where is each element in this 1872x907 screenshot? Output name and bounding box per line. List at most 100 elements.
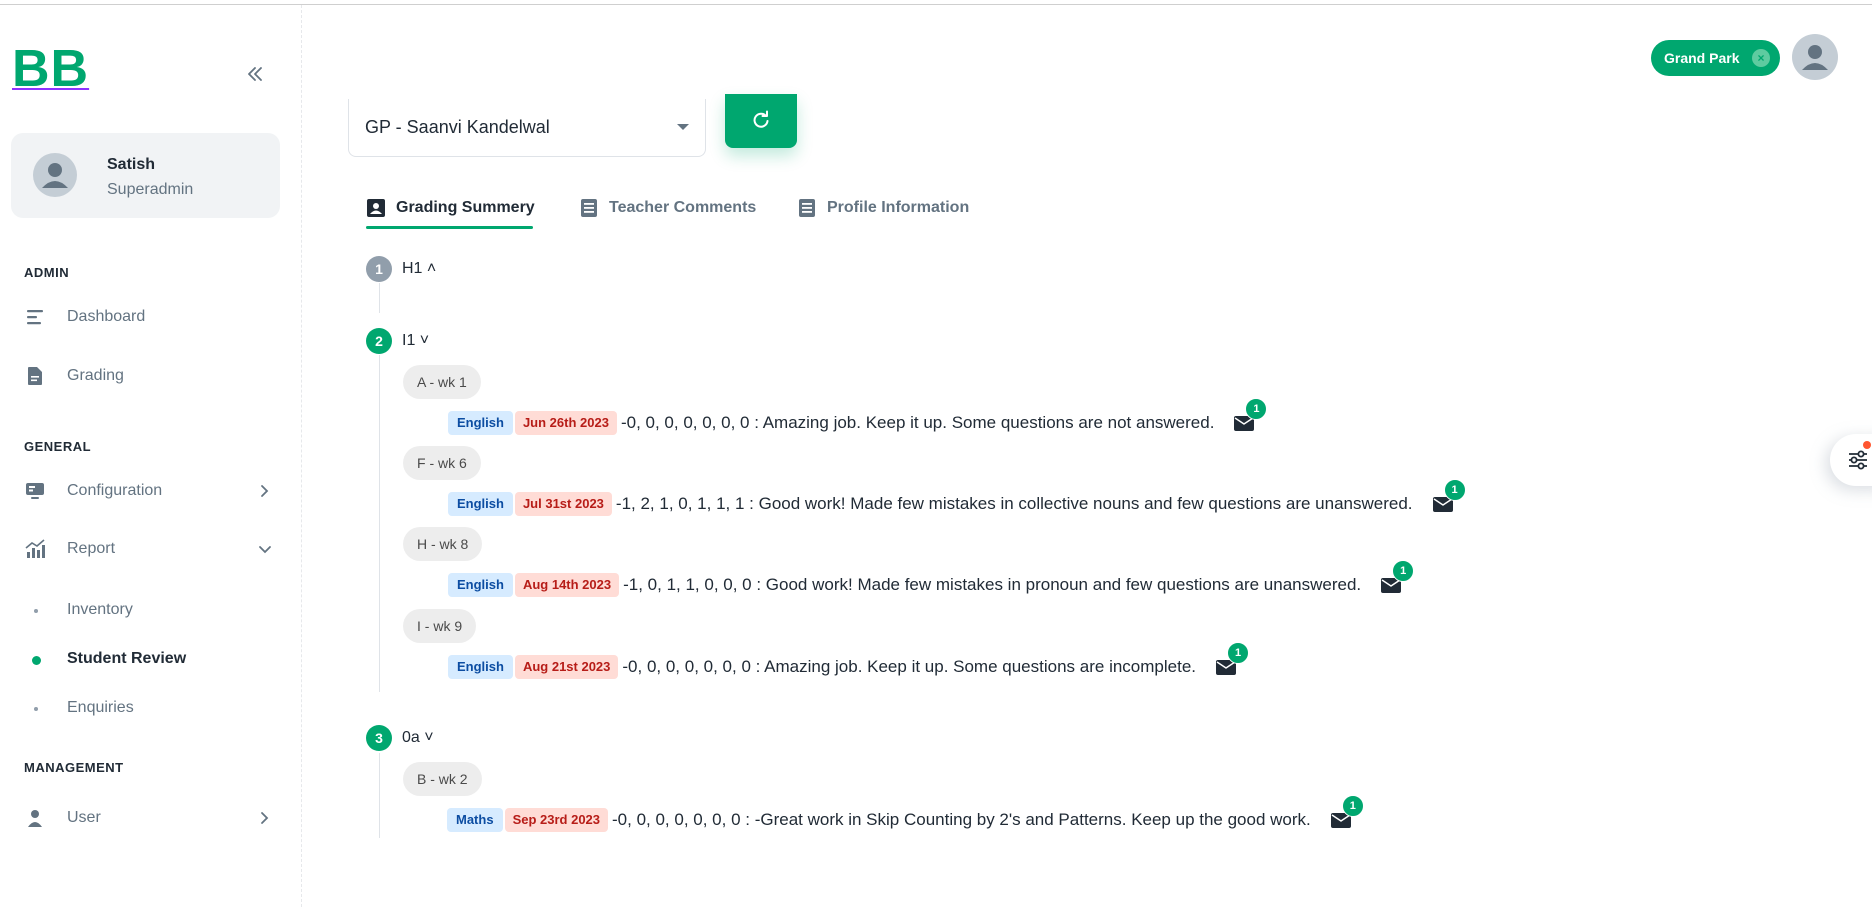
collapse-sidebar-button[interactable] [240, 59, 270, 89]
step-toggle-0a[interactable]: 0a ˅ [402, 729, 434, 747]
bullet-dot [34, 707, 38, 711]
subject-badge: English [448, 492, 513, 516]
double-chevron-left-icon [248, 67, 262, 81]
entry-text: -1, 2, 1, 0, 1, 1, 1 : Good work! Made f… [615, 494, 1413, 513]
date-badge: Jul 31st 2023 [514, 492, 612, 516]
comment-mail-button[interactable]: 1 [1432, 479, 1466, 512]
sidebar-subitem-enquiries[interactable]: Enquiries [12, 689, 282, 729]
notification-badge: 1 [1341, 795, 1364, 817]
timeline-connector [379, 355, 380, 692]
date-badge: Aug 21st 2023 [514, 655, 619, 679]
sidebar-item-dashboard[interactable]: Dashboard [12, 295, 282, 339]
notification-badge: 1 [1443, 479, 1466, 501]
subject-badge: Maths [447, 808, 503, 832]
grade-entry: English Jul 31st 2023 -1, 2, 1, 0, 1, 1,… [448, 479, 1466, 517]
bullet-dot [34, 609, 38, 613]
subject-badge: English [448, 573, 513, 597]
step-label: I1 [402, 332, 416, 349]
user-avatar-button[interactable] [1792, 34, 1838, 80]
chevron-right-icon [261, 485, 269, 497]
settings-button[interactable] [1830, 434, 1872, 486]
school-chip[interactable]: Grand Park × [1651, 40, 1780, 76]
sidebar-item-label: Configuration [67, 482, 163, 499]
sidebar-item-label: Dashboard [67, 308, 146, 325]
logo[interactable]: BB [12, 43, 89, 95]
sidebar-subitem-label: Enquiries [67, 699, 134, 716]
entry-text: -0, 0, 0, 0, 0, 0, 0 : Amazing job. Keep… [620, 413, 1215, 432]
sliders-icon [1849, 450, 1867, 470]
notification-badge: 1 [1227, 642, 1249, 664]
comment-mail-button[interactable]: 1 [1381, 560, 1415, 593]
chevron-down-icon: ˅ [419, 332, 430, 349]
tab-profile-information[interactable]: Profile Information [797, 188, 969, 228]
user-icon [28, 810, 42, 827]
week-chip[interactable]: H - wk 8 [403, 527, 483, 561]
date-badge: Aug 14th 2023 [514, 573, 620, 597]
person-icon [1802, 45, 1828, 70]
comment-mail-button[interactable]: 1 [1216, 642, 1249, 675]
document-icon [799, 199, 815, 217]
tab-grading-summery[interactable]: Grading Summery [366, 188, 535, 228]
document-icon [581, 199, 597, 217]
sidebar: BB Satish Superadmin ADMIN Dashboard Gra… [0, 5, 302, 907]
sidebar-item-label: User [67, 809, 101, 826]
subject-badge: English [448, 411, 513, 435]
notification-badge: 1 [1245, 398, 1268, 420]
student-select[interactable]: GP - Saanvi Kandelwal [348, 99, 706, 157]
sidebar-subitem-inventory[interactable]: Inventory [12, 591, 282, 631]
sidebar-item-user[interactable]: User [12, 796, 282, 840]
contact-card-icon [367, 199, 385, 217]
week-chip[interactable]: I - wk 9 [403, 609, 477, 643]
account-role: Superadmin [107, 181, 194, 198]
grade-entry: Maths Sep 23rd 2023 -0, 0, 0, 0, 0, 0, 0… [447, 795, 1364, 833]
chevron-up-icon: ˄ [426, 260, 437, 277]
notification-badge: 1 [1392, 560, 1415, 582]
active-dot [32, 656, 41, 665]
school-chip-label: Grand Park [1664, 50, 1740, 66]
account-name: Satish [107, 156, 156, 173]
file-icon [28, 367, 42, 385]
section-general: GENERAL [24, 439, 92, 454]
close-icon[interactable]: × [1752, 49, 1770, 67]
chevron-down-icon [259, 546, 271, 554]
dashboard-icon [27, 310, 43, 325]
notification-dot [1863, 441, 1871, 449]
sidebar-item-label: Grading [67, 367, 124, 384]
grade-entry: English Aug 14th 2023 -1, 0, 1, 1, 0, 0,… [448, 560, 1415, 598]
tab-label: Grading Summery [396, 199, 535, 216]
week-chip[interactable]: F - wk 6 [403, 446, 481, 480]
refresh-icon [753, 110, 769, 128]
account-card[interactable]: Satish Superadmin [11, 133, 280, 218]
chevron-right-icon [261, 812, 269, 824]
sidebar-subitem-label: Inventory [67, 601, 133, 618]
step-toggle-i1[interactable]: I1 ˅ [402, 332, 429, 350]
sidebar-item-grading[interactable]: Grading [12, 354, 282, 398]
sidebar-subitem-student-review[interactable]: Student Review [12, 640, 282, 680]
refresh-button[interactable] [725, 94, 797, 148]
active-tab-indicator [366, 226, 533, 229]
sidebar-item-report[interactable]: Report [12, 527, 282, 571]
timeline-connector [379, 283, 380, 313]
grade-entry: English Jun 26th 2023 -0, 0, 0, 0, 0, 0,… [448, 398, 1268, 436]
chevron-down-icon: ˅ [424, 729, 434, 746]
comment-mail-button[interactable]: 1 [1234, 398, 1268, 431]
grade-entry: English Aug 21st 2023 -0, 0, 0, 0, 0, 0,… [448, 642, 1249, 680]
entry-text: -1, 0, 1, 1, 0, 0, 0 : Good work! Made f… [623, 575, 1362, 594]
step-toggle-h1[interactable]: H1 ˄ [402, 260, 436, 278]
week-chip[interactable]: B - wk 2 [403, 762, 482, 796]
comment-mail-button[interactable]: 1 [1330, 795, 1364, 828]
chart-icon [25, 539, 45, 558]
section-admin: ADMIN [24, 265, 70, 280]
step-label: 0a [402, 729, 420, 746]
student-select-value: GP - Saanvi Kandelwal [365, 117, 550, 137]
week-chip[interactable]: A - wk 1 [403, 365, 481, 399]
monitor-icon [26, 483, 44, 499]
tab-teacher-comments[interactable]: Teacher Comments [579, 188, 756, 228]
tab-label: Profile Information [827, 199, 970, 216]
avatar [33, 153, 77, 197]
sidebar-item-configuration[interactable]: Configuration [12, 469, 282, 513]
sidebar-subitem-label: Student Review [67, 650, 187, 667]
timeline-connector [379, 753, 380, 838]
subject-badge: English [448, 655, 513, 679]
step-label: H1 [402, 260, 423, 277]
